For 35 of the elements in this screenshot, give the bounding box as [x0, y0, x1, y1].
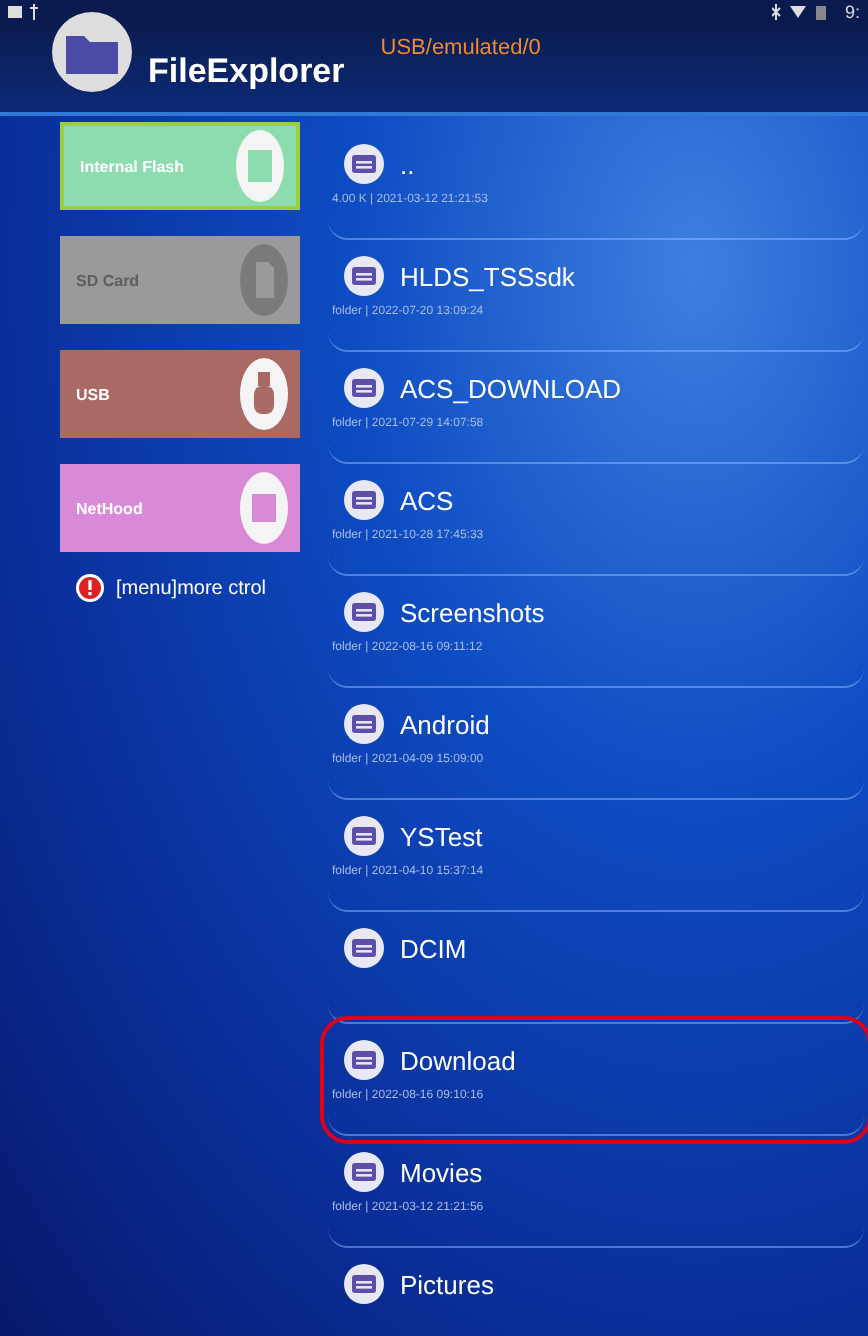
file-name[interactable]: YSTest [400, 821, 483, 851]
file-name[interactable]: ACS_DOWNLOAD [400, 373, 622, 403]
file-name[interactable]: Pictures [400, 1269, 494, 1299]
file-name[interactable]: ACS [400, 485, 454, 515]
clock: 9: [844, 2, 860, 22]
folder-icon [344, 144, 384, 184]
folder-icon [344, 368, 384, 408]
folder-icon [344, 592, 384, 632]
folder-icon [344, 704, 384, 744]
folder-icon [344, 1264, 384, 1304]
folder-icon [344, 1152, 384, 1192]
file-row[interactable]: Pictures [328, 1248, 864, 1336]
chip-icon [236, 130, 284, 202]
sd-icon [240, 244, 288, 316]
folder-icon [344, 816, 384, 856]
current-path: USB/emulated/0 [380, 36, 541, 60]
storage-tile[interactable]: USB [60, 350, 300, 438]
file-name[interactable]: Android [400, 709, 490, 739]
file-row[interactable]: DCIM [328, 912, 864, 1024]
folder-icon [344, 928, 384, 968]
folder-icon [344, 480, 384, 520]
usb-icon [240, 358, 288, 430]
app-title: FileExplorer [148, 52, 345, 92]
folder-icon [344, 1040, 384, 1080]
file-name[interactable]: .. [400, 149, 415, 179]
file-name[interactable]: Movies [400, 1157, 483, 1187]
menu-hint: [menu]more ctrol [116, 577, 267, 599]
app-logo [52, 12, 132, 92]
alert-icon [76, 574, 104, 602]
window-icon [240, 472, 288, 544]
file-name[interactable]: HLDS_TSSsdk [400, 261, 575, 291]
file-name[interactable]: DCIM [400, 933, 467, 963]
file-name[interactable]: Download [400, 1045, 516, 1075]
file-name[interactable]: Screenshots [400, 597, 545, 627]
folder-icon [344, 256, 384, 296]
